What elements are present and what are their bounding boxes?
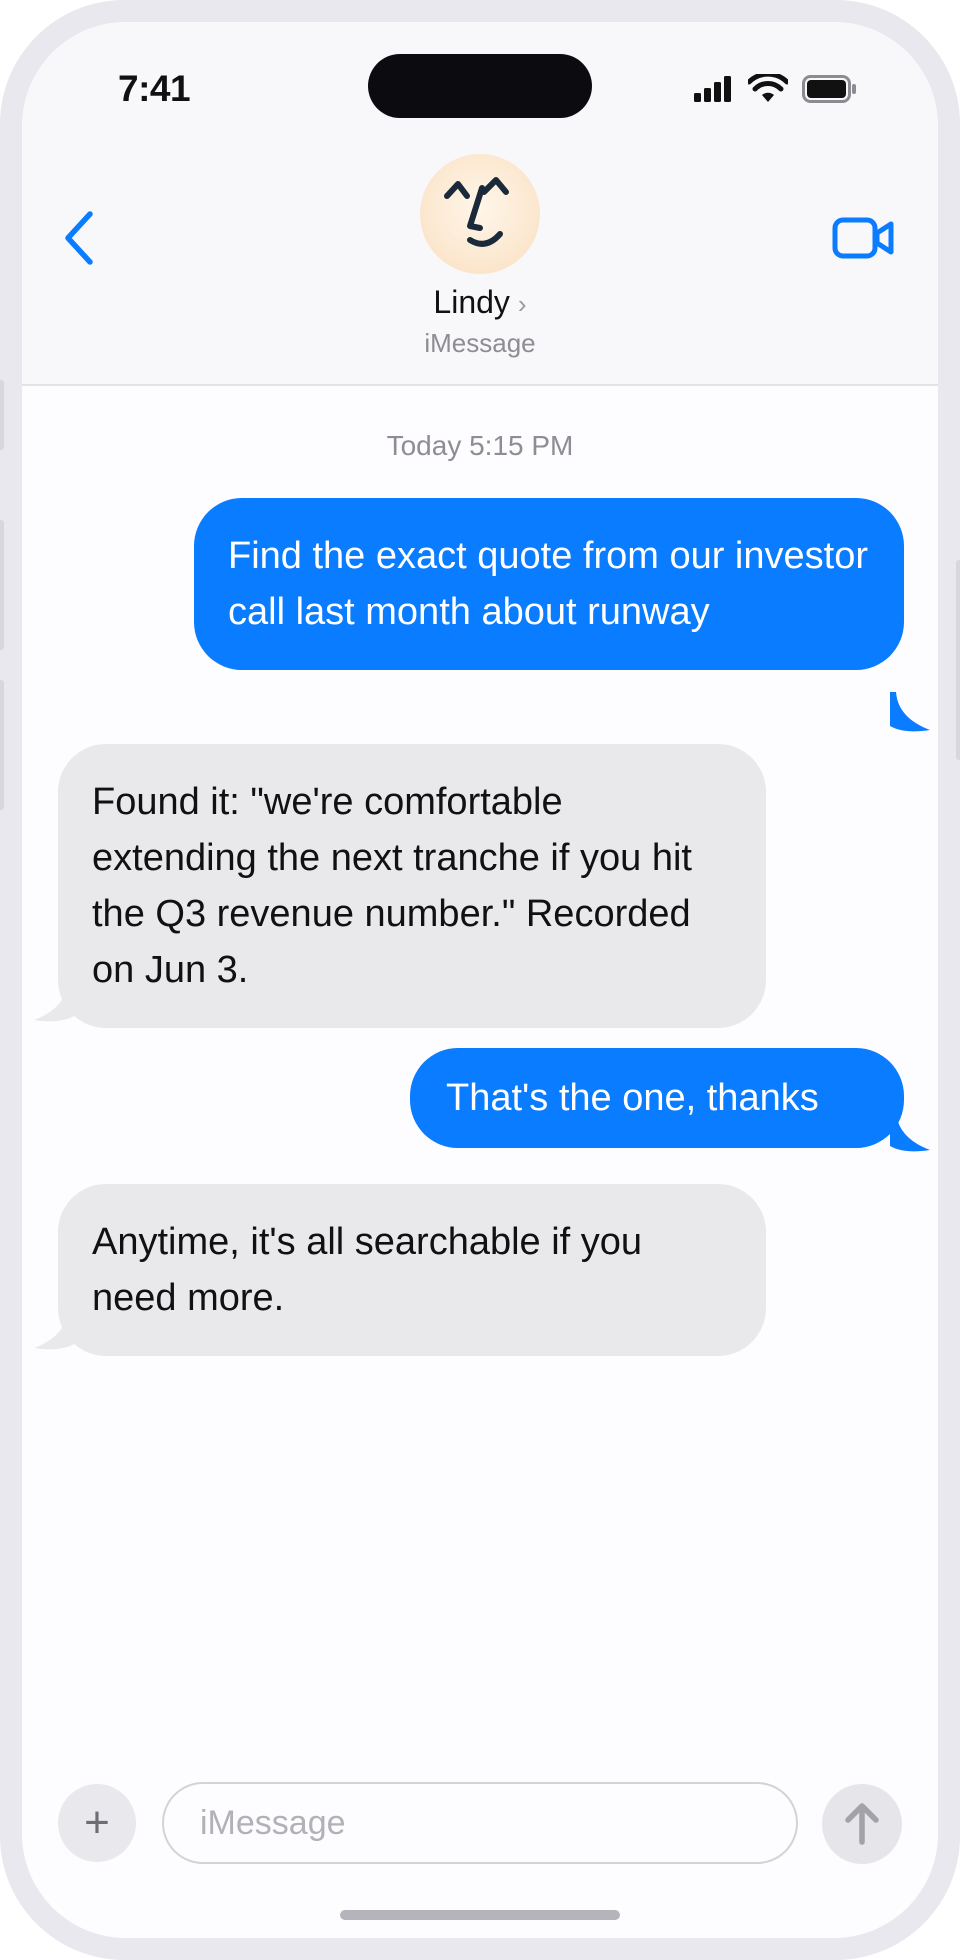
back-chevron-icon — [65, 211, 93, 265]
home-indicator — [340, 1910, 620, 1920]
back-button[interactable] — [60, 208, 100, 268]
video-camera-icon — [832, 217, 894, 259]
phone-frame: 7:41 Lindy › iMessage Today 5:15 PM Find… — [0, 0, 960, 1960]
status-icons — [694, 74, 858, 104]
status-time: 7:41 — [118, 68, 191, 109]
message-bubble-outgoing[interactable]: Find the exact quote from our investor c… — [194, 498, 904, 670]
wifi-icon — [748, 74, 788, 102]
phone-screen: 7:41 Lindy › iMessage Today 5:15 PM Find… — [22, 22, 938, 1938]
battery-icon — [802, 75, 856, 103]
send-button[interactable] — [822, 1784, 902, 1864]
facetime-video-button[interactable] — [832, 216, 896, 260]
chevron-right-icon: › — [517, 289, 527, 319]
add-attachment-button[interactable]: + — [58, 1784, 136, 1862]
message-bubble-outgoing[interactable]: That's the one, thanks — [410, 1048, 904, 1148]
side-button-volume-down — [0, 680, 4, 810]
signal-icon — [694, 76, 731, 102]
lindy-face-icon — [444, 177, 509, 247]
side-button-volume-up — [0, 520, 4, 650]
side-button-power — [956, 560, 960, 760]
side-button-silent — [0, 380, 4, 450]
message-input[interactable] — [162, 1782, 798, 1864]
bubble-tail-outgoing — [890, 692, 930, 732]
plus-icon: + — [84, 1798, 110, 1847]
contact-avatar[interactable] — [420, 154, 540, 274]
contact-name[interactable]: Lindy › — [22, 284, 938, 321]
thread-timestamp: Today 5:15 PM — [386, 430, 574, 461]
message-bubble-incoming[interactable]: Anytime, it's all searchable if you need… — [58, 1184, 766, 1356]
conversation-header: 7:41 Lindy › iMessage — [22, 22, 938, 386]
dynamic-island — [368, 54, 592, 118]
service-label: iMessage — [424, 328, 536, 358]
arrow-up-icon — [845, 1803, 879, 1845]
message-bubble-incoming[interactable]: Found it: "we're comfortable extending t… — [58, 744, 766, 1028]
contact-name-label: Lindy — [433, 284, 510, 320]
